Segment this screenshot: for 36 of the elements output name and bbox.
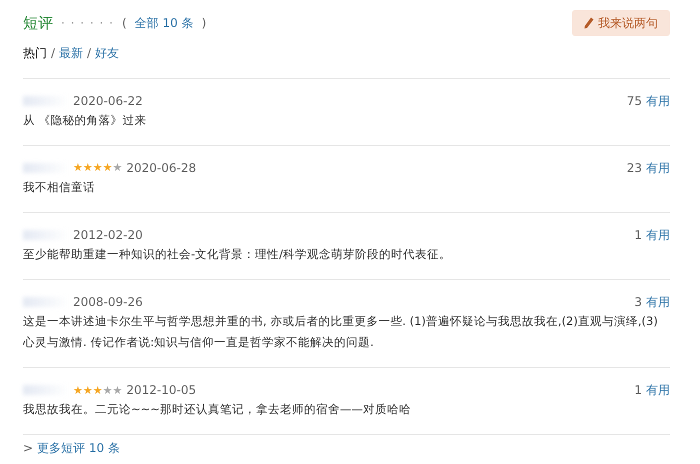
tab-separator: / bbox=[51, 45, 56, 62]
section-title: 短评 bbox=[23, 12, 53, 34]
useful-vote-link[interactable]: 有用 bbox=[646, 92, 670, 110]
bracket-text: ( bbox=[122, 15, 127, 32]
vote-count: 1 bbox=[634, 382, 642, 400]
comment-text: 从 《隐秘的角落》过来 bbox=[23, 112, 148, 129]
comment-date: 2012-10-05 bbox=[126, 382, 196, 400]
tab-separator: / bbox=[87, 45, 92, 62]
chevron-text: > bbox=[23, 440, 34, 458]
comment-date: 2012-02-20 bbox=[73, 226, 143, 244]
vote-count: 75 bbox=[626, 93, 642, 110]
comment-text: 我不相信童话 bbox=[23, 178, 96, 196]
comment-text: 这是一本讲述迪卡尔生平与哲学思想并重的书, 亦或后者的比重更多一些. (1)普遍怀疑论与我思故我在,(2)直观与演绎,(3)心灵与激情. 传记作者说:知识与信仰一直是哲学家不能解决的问题. bbox=[23, 312, 659, 352]
write-comment-button[interactable]: 我来说两句 bbox=[572, 10, 670, 36]
filter-tab[interactable]: 热门 bbox=[23, 44, 47, 62]
comment-text: 我思故我在。二元论~~~那时还认真笔记，拿去老师的宿舍——对质哈哈 bbox=[23, 401, 412, 418]
filter-tab[interactable]: 好友 bbox=[95, 44, 120, 62]
more-comments-link[interactable]: 更多短评 10 条 bbox=[37, 439, 120, 458]
useful-vote-link[interactable]: 有用 bbox=[646, 292, 670, 311]
useful-vote-link[interactable]: 有用 bbox=[646, 381, 670, 400]
vote-count: 3 bbox=[634, 294, 642, 311]
dotted-separator: · · · · · · bbox=[61, 15, 114, 32]
useful-vote-link[interactable]: 有用 bbox=[646, 226, 670, 244]
pencil-icon bbox=[584, 17, 594, 29]
star-rating: ★★★★★ bbox=[73, 384, 122, 396]
vote-count: 1 bbox=[634, 226, 642, 244]
filter-tab[interactable]: 最新 bbox=[59, 44, 84, 62]
useful-vote-link[interactable]: 有用 bbox=[646, 158, 670, 177]
comment-date: 2008-09-26 bbox=[73, 294, 143, 311]
bracket-text: ) bbox=[202, 15, 206, 32]
star-rating: ★★★★★ bbox=[73, 162, 122, 174]
comment-date: 2020-06-22 bbox=[73, 93, 143, 110]
comment-text: 至少能帮助重建一种知识的社会-文化背景：理性/科学观念萌芽阶段的时代表征。 bbox=[23, 246, 452, 263]
vote-count: 23 bbox=[626, 160, 642, 177]
all-comments-link[interactable]: 全部 10 条 bbox=[134, 14, 194, 32]
comment-date: 2020-06-28 bbox=[126, 160, 196, 177]
